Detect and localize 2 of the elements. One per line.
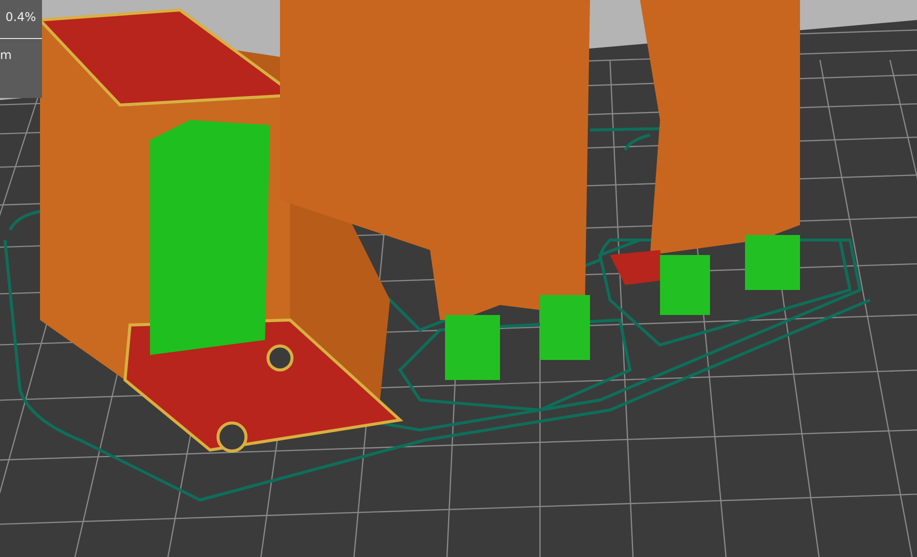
legend-label: m: [0, 48, 12, 62]
legend-value: 0.4%: [6, 10, 36, 24]
